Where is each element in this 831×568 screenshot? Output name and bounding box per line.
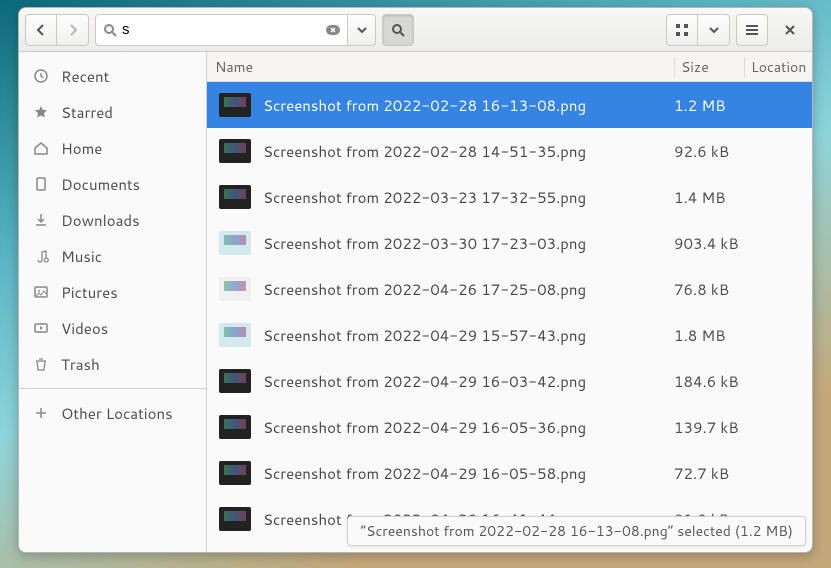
icon-view-button[interactable] xyxy=(666,14,698,46)
file-thumbnail xyxy=(219,415,251,439)
file-name: Screenshot from 2022-04-29 15-57-43.png xyxy=(263,325,662,346)
documents-icon xyxy=(33,176,49,192)
toolbar xyxy=(19,8,812,52)
trash-icon xyxy=(33,356,49,372)
hamburger-menu-button[interactable] xyxy=(736,14,768,46)
sidebar: Recent Starred Home Documents Downloads … xyxy=(19,52,207,552)
plus-icon xyxy=(33,405,49,421)
column-header-name[interactable]: Name xyxy=(207,57,674,77)
sidebar-item-home[interactable]: Home xyxy=(19,130,206,166)
column-header-location[interactable]: Location xyxy=(744,57,812,77)
sidebar-item-pictures[interactable]: Pictures xyxy=(19,274,206,310)
file-size: 72.7 kB xyxy=(674,463,812,484)
clear-search-icon[interactable] xyxy=(325,22,341,38)
search-box[interactable] xyxy=(95,14,348,46)
back-button[interactable] xyxy=(25,14,57,46)
file-thumbnail xyxy=(219,185,251,209)
sidebar-item-label: Videos xyxy=(61,318,108,339)
sidebar-item-other-locations[interactable]: Other Locations xyxy=(19,395,206,431)
sidebar-item-label: Music xyxy=(61,246,102,267)
column-headers: Name Size Location xyxy=(207,52,812,82)
view-options-button[interactable] xyxy=(698,14,730,46)
table-row[interactable]: Screenshot from 2022-04-26 17-25-08.png 7… xyxy=(207,266,812,312)
search-toggle-button[interactable] xyxy=(382,14,414,46)
table-row[interactable]: Screenshot from 2022-03-23 17-32-55.png 1… xyxy=(207,174,812,220)
file-name: Screenshot from 2022-04-29 16-05-58.png xyxy=(263,463,662,484)
forward-button[interactable] xyxy=(57,14,89,46)
sidebar-item-label: Other Locations xyxy=(61,403,173,424)
sidebar-item-recent[interactable]: Recent xyxy=(19,58,206,94)
downloads-icon xyxy=(33,212,49,228)
sidebar-item-label: Pictures xyxy=(61,282,118,303)
content-area: Recent Starred Home Documents Downloads … xyxy=(19,52,812,552)
file-manager-window: Recent Starred Home Documents Downloads … xyxy=(18,7,813,553)
sidebar-item-label: Trash xyxy=(61,354,100,375)
file-size: 1.4 MB xyxy=(674,187,812,208)
sidebar-item-trash[interactable]: Trash xyxy=(19,346,206,382)
status-bar: “Screenshot from 2022-02-28 16-13-08.png… xyxy=(347,516,806,546)
main-pane: Name Size Location Screenshot from 2022-… xyxy=(207,52,812,552)
sidebar-item-downloads[interactable]: Downloads xyxy=(19,202,206,238)
file-name: Screenshot from 2022-04-29 16-03-42.png xyxy=(263,371,662,392)
sidebar-item-videos[interactable]: Videos xyxy=(19,310,206,346)
clock-icon xyxy=(33,68,49,84)
videos-icon xyxy=(33,320,49,336)
sidebar-item-starred[interactable]: Starred xyxy=(19,94,206,130)
file-thumbnail xyxy=(219,369,251,393)
search-field-group xyxy=(95,14,376,46)
file-thumbnail xyxy=(219,323,251,347)
nav-buttons xyxy=(25,14,89,46)
star-icon xyxy=(33,104,49,120)
table-row[interactable]: Screenshot from 2022-03-30 17-23-03.png 9… xyxy=(207,220,812,266)
file-thumbnail xyxy=(219,93,251,117)
view-buttons xyxy=(666,14,730,46)
search-input[interactable] xyxy=(122,21,321,38)
sidebar-item-label: Documents xyxy=(61,174,140,195)
close-button[interactable] xyxy=(774,14,806,46)
file-size: 139.7 kB xyxy=(674,417,812,438)
music-icon xyxy=(33,248,49,264)
search-dropdown-button[interactable] xyxy=(348,14,376,46)
table-row[interactable]: Screenshot from 2022-04-29 16-05-36.png 1… xyxy=(207,404,812,450)
home-icon xyxy=(33,140,49,156)
file-name: Screenshot from 2022-02-28 16-13-08.png xyxy=(263,95,662,116)
file-thumbnail xyxy=(219,277,251,301)
sidebar-item-label: Downloads xyxy=(61,210,140,231)
table-row[interactable]: Screenshot from 2022-04-29 15-57-43.png 1… xyxy=(207,312,812,358)
file-thumbnail xyxy=(219,139,251,163)
file-size: 184.6 kB xyxy=(674,371,812,392)
sidebar-item-label: Recent xyxy=(61,66,109,87)
file-thumbnail xyxy=(219,231,251,255)
file-name: Screenshot from 2022-04-29 16-05-36.png xyxy=(263,417,662,438)
file-name: Screenshot from 2022-03-23 17-32-55.png xyxy=(263,187,662,208)
sidebar-item-documents[interactable]: Documents xyxy=(19,166,206,202)
file-thumbnail xyxy=(219,507,251,531)
column-header-size[interactable]: Size xyxy=(674,57,744,77)
file-size: 76.8 kB xyxy=(674,279,812,300)
sidebar-separator xyxy=(19,388,206,389)
pictures-icon xyxy=(33,284,49,300)
table-row[interactable]: Screenshot from 2022-04-29 16-05-58.png 7… xyxy=(207,450,812,496)
sidebar-item-label: Starred xyxy=(61,102,113,123)
file-list[interactable]: Screenshot from 2022-02-28 16-13-08.png 1… xyxy=(207,82,812,552)
table-row[interactable]: Screenshot from 2022-02-28 16-13-08.png 1… xyxy=(207,82,812,128)
file-name: Screenshot from 2022-03-30 17-23-03.png xyxy=(263,233,662,254)
table-row[interactable]: Screenshot from 2022-02-28 14-51-35.png 9… xyxy=(207,128,812,174)
file-size: 1.8 MB xyxy=(674,325,812,346)
file-size: 92.6 kB xyxy=(674,141,812,162)
file-name: Screenshot from 2022-02-28 14-51-35.png xyxy=(263,141,662,162)
file-size: 903.4 kB xyxy=(674,233,812,254)
table-row[interactable]: Screenshot from 2022-04-29 16-03-42.png 1… xyxy=(207,358,812,404)
file-name: Screenshot from 2022-04-26 17-25-08.png xyxy=(263,279,662,300)
file-thumbnail xyxy=(219,461,251,485)
sidebar-item-label: Home xyxy=(61,138,102,159)
sidebar-item-music[interactable]: Music xyxy=(19,238,206,274)
file-size: 1.2 MB xyxy=(674,95,812,116)
search-icon xyxy=(102,22,118,38)
